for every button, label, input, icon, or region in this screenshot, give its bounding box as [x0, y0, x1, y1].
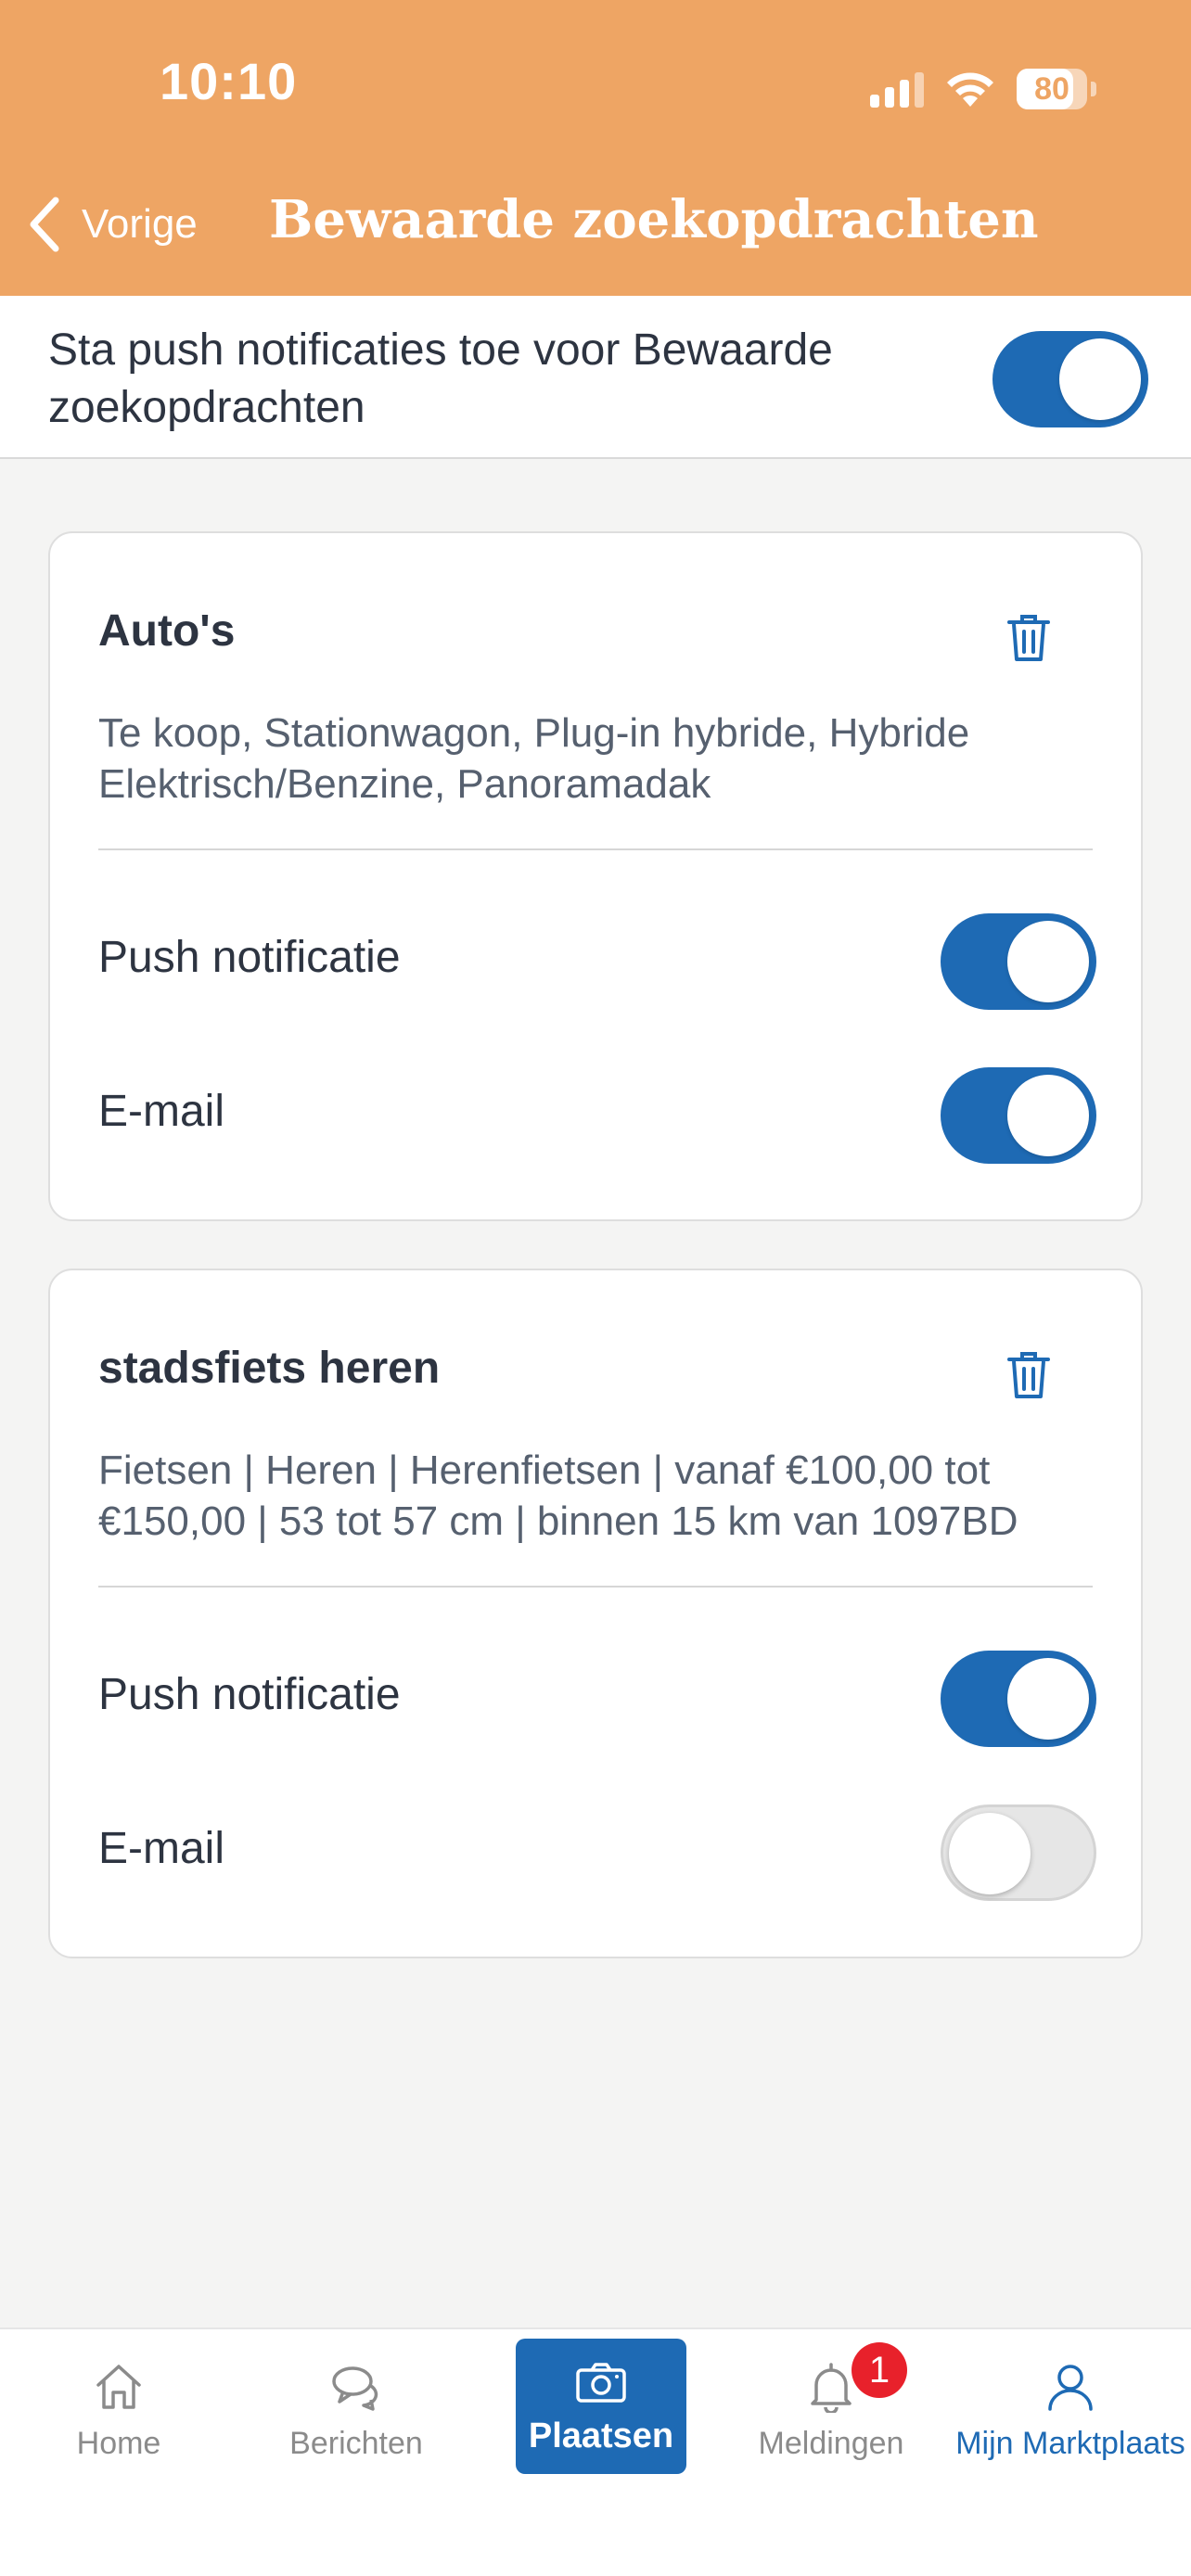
- bell-icon: [811, 2363, 852, 2413]
- chat-icon: [332, 2366, 378, 2411]
- back-label: Vorige: [82, 201, 198, 247]
- global-notifications-row: Sta push notificaties toe voor Bewaarde …: [0, 296, 1191, 459]
- nav-my-marktplaats[interactable]: Mijn Marktplaats: [952, 2329, 1189, 2487]
- nav-post-label: Plaatsen: [528, 2417, 674, 2455]
- status-time: 10:10: [160, 52, 298, 110]
- bottom-nav: Home Berichten Plaatsen 1 Meldingen Mijn…: [0, 2327, 1191, 2576]
- back-button[interactable]: Vorige: [24, 195, 198, 254]
- push-label: Push notificatie: [98, 933, 401, 982]
- email-toggle[interactable]: [941, 1804, 1096, 1901]
- nav-notifications-label: Meldingen: [758, 2426, 904, 2461]
- app-header: 10:10 80 Vorige Bewaarde zoekopdrachten: [0, 0, 1191, 296]
- nav-my-marktplaats-label: Mijn Marktplaats: [955, 2426, 1185, 2461]
- wifi-icon: [947, 72, 993, 107]
- user-icon: [1048, 2365, 1093, 2411]
- saved-search-description: Fietsen | Heren | Herenfietsen | vanaf €…: [98, 1447, 1018, 1544]
- battery-percent: 80: [1034, 70, 1069, 107]
- nav-home-label: Home: [76, 2426, 161, 2461]
- trash-icon[interactable]: [1005, 1348, 1052, 1400]
- chevron-left-icon: [30, 197, 59, 252]
- saved-search-title: Auto's: [98, 606, 236, 656]
- camera-icon: [576, 2363, 626, 2403]
- divider: [98, 1586, 1093, 1588]
- notification-badge: 1: [852, 2342, 907, 2398]
- status-icons: 80: [870, 63, 1096, 115]
- saved-search-card: stadsfiets heren Fietsen | Heren | Heren…: [48, 1269, 1143, 1958]
- push-toggle[interactable]: [941, 913, 1096, 1010]
- email-label: E-mail: [98, 1824, 225, 1873]
- nav-messages[interactable]: Berichten: [237, 2329, 475, 2487]
- divider: [98, 848, 1093, 850]
- trash-icon[interactable]: [1005, 611, 1052, 663]
- nav-notifications[interactable]: 1 Meldingen: [712, 2329, 950, 2487]
- email-label: E-mail: [98, 1087, 225, 1136]
- home-icon: [96, 2365, 141, 2409]
- saved-search-card: Auto's Te koop, Stationwagon, Plug-in hy…: [48, 531, 1143, 1221]
- battery-icon: 80: [1017, 69, 1096, 109]
- push-label: Push notificatie: [98, 1670, 401, 1719]
- global-notifications-label: Sta push notificaties toe voor Bewaarde …: [48, 325, 833, 432]
- saved-search-description: Te koop, Stationwagon, Plug-in hybride, …: [98, 710, 970, 807]
- nav-post-button[interactable]: Plaatsen: [516, 2339, 686, 2474]
- page-title: Bewaarde zoekopdrachten: [269, 189, 1039, 250]
- nav-home[interactable]: Home: [0, 2329, 237, 2487]
- signal-icon: [870, 70, 924, 108]
- saved-search-title: stadsfiets heren: [98, 1344, 441, 1393]
- email-toggle[interactable]: [941, 1067, 1096, 1164]
- nav-messages-label: Berichten: [289, 2426, 423, 2461]
- global-push-toggle[interactable]: [992, 331, 1148, 427]
- push-toggle[interactable]: [941, 1651, 1096, 1747]
